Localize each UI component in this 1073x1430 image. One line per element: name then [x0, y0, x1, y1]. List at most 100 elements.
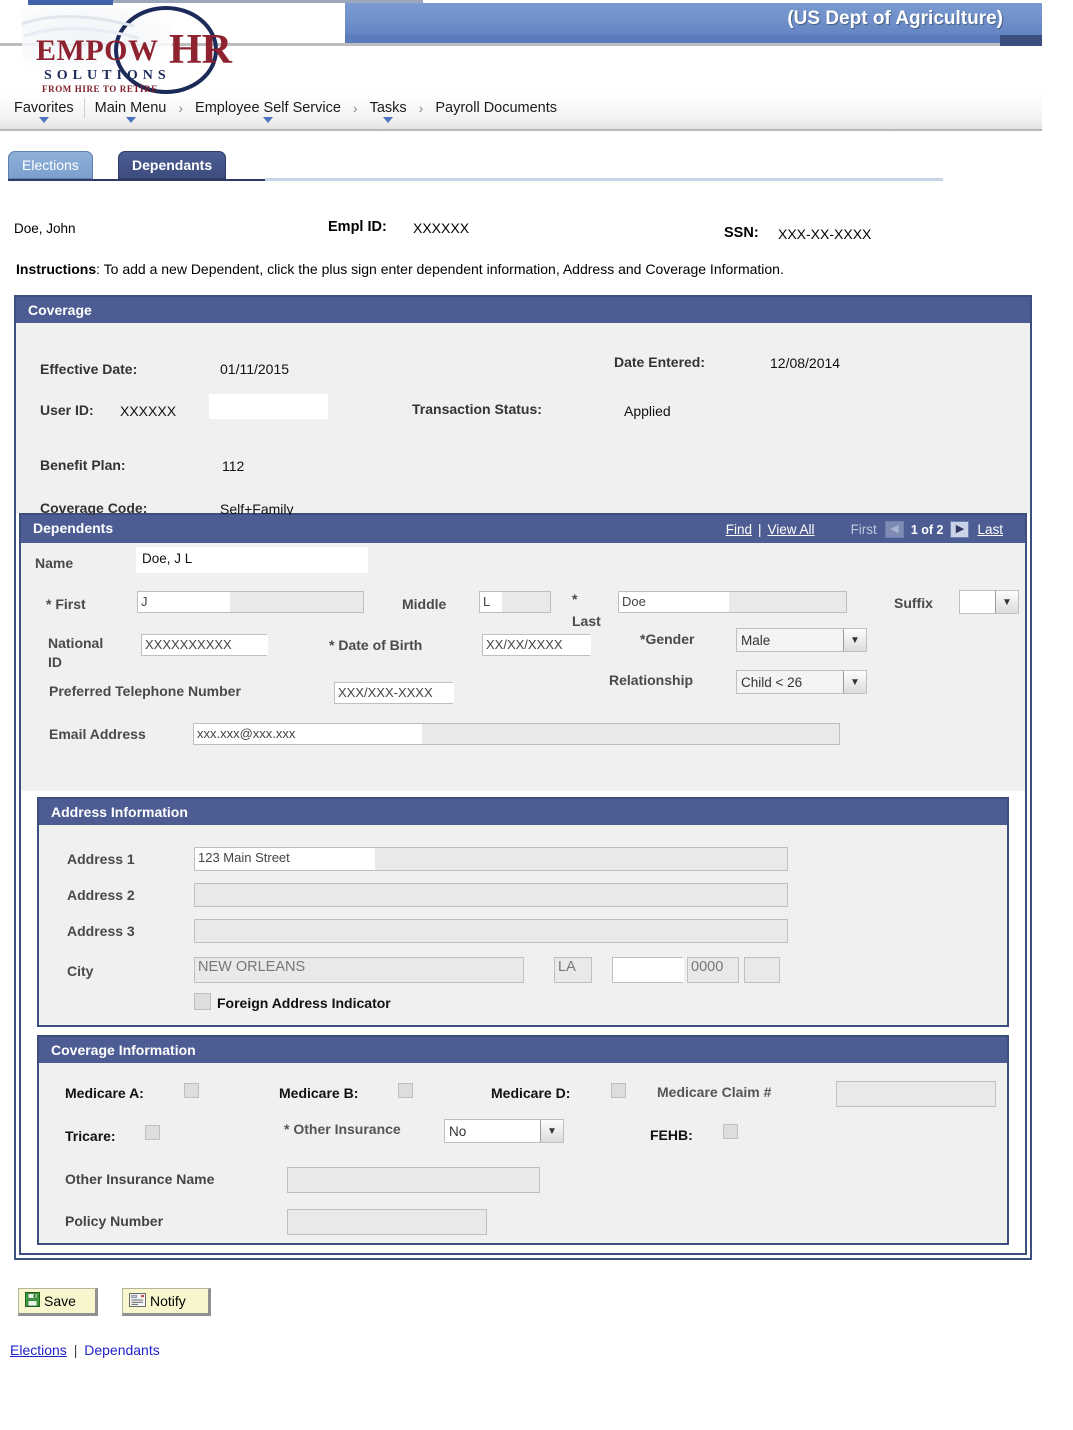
breadcrumb-item-main-menu[interactable]: Main Menu [83, 98, 177, 123]
dependents-section-header: Dependents Find | View All First ◀ 1 of … [21, 515, 1025, 543]
view-all-link[interactable]: View All [768, 522, 815, 537]
phone-input[interactable]: XXX/XXX-XXXX [334, 682, 454, 704]
national-id-value: XXXXXXXXXX [145, 637, 232, 652]
zip-input[interactable]: 0000 [687, 957, 739, 983]
first-name-input[interactable]: J [137, 591, 364, 613]
tab-strip: Elections Dependants [0, 151, 1073, 183]
suffix-select[interactable]: ▼ [959, 590, 1019, 614]
coverage-code-label: Coverage Code: [40, 500, 148, 516]
zip-value: 0000 [691, 959, 724, 975]
effective-date-label: Effective Date: [40, 361, 138, 377]
zip-ext-input[interactable] [744, 957, 780, 983]
save-button[interactable]: Save [18, 1288, 98, 1316]
fehb-checkbox[interactable] [723, 1124, 738, 1139]
benefit-plan-label: Benefit Plan: [40, 457, 126, 473]
relationship-select[interactable]: Child < 26 ▼ [736, 670, 867, 694]
next-page-button[interactable]: ▶ [950, 521, 970, 538]
coverage-info-form: Medicare A: Medicare B: Medicare D: Medi… [39, 1063, 1007, 1243]
email-value: xxx.xxx@xxx.xxx [197, 726, 296, 741]
suffix-label: Suffix [894, 595, 933, 611]
last-link[interactable]: Last [969, 522, 1003, 537]
national-id-input[interactable]: XXXXXXXXXX [141, 634, 268, 656]
banner-blue-underbar [316, 35, 1042, 43]
footer-link-elections[interactable]: Elections [10, 1342, 67, 1358]
chevron-down-icon [262, 117, 273, 123]
first-name-value: J [141, 594, 148, 609]
dependents-title: Dependents [33, 520, 114, 536]
medicare-b-label: Medicare B: [279, 1085, 359, 1101]
ssn-label: SSN: [724, 225, 759, 241]
address3-label: Address 3 [67, 923, 135, 939]
last-name-value: Doe [622, 594, 646, 609]
date-of-birth-label: * Date of Birth [329, 637, 423, 653]
instructions-label: Instructions [16, 261, 97, 277]
last-name-required-marker: * [572, 591, 578, 607]
other-insurance-name-input[interactable] [287, 1167, 540, 1193]
employee-name: Doe, John [14, 221, 76, 236]
address2-input[interactable] [194, 883, 788, 907]
foreign-address-checkbox[interactable] [194, 993, 211, 1010]
dependents-panel: Dependents Find | View All First ◀ 1 of … [19, 513, 1027, 1255]
last-name-input[interactable]: Doe [618, 591, 847, 613]
transaction-status-label: Transaction Status: [412, 401, 542, 417]
medicare-d-checkbox[interactable] [611, 1083, 626, 1098]
other-insurance-select[interactable]: No ▼ [444, 1119, 564, 1143]
instructions-text: Instructions: To add a new Dependent, cl… [0, 261, 1073, 277]
user-id-label: User ID: [40, 402, 94, 418]
coverage-info-section-header: Coverage Information [39, 1037, 1007, 1063]
notify-button[interactable]: Notify [122, 1288, 211, 1316]
date-of-birth-input[interactable]: XX/XX/XXXX [482, 634, 591, 656]
ssn-value: XXX-XX-XXXX [778, 226, 872, 242]
chevron-down-icon [125, 117, 136, 123]
logo-tagline: FROM HIRE TO RETIRE [42, 84, 158, 94]
middle-name-input[interactable]: L [479, 591, 551, 613]
state-input[interactable]: LA [554, 957, 592, 983]
footer-link-dependants[interactable]: Dependants [84, 1342, 160, 1358]
medicare-b-checkbox[interactable] [398, 1083, 413, 1098]
address-panel: Address Information Address 1 123 Main S… [37, 797, 1009, 1027]
medicare-claim-label: Medicare Claim # [657, 1084, 772, 1100]
tab-dependants[interactable]: Dependants [118, 151, 227, 179]
email-input[interactable]: xxx.xxx@xxx.xxx [193, 723, 840, 745]
user-id-input[interactable] [209, 394, 328, 419]
chevron-right-icon: ▶ [955, 523, 965, 535]
notify-icon [129, 1292, 146, 1310]
chevron-down-icon: ▼ [540, 1120, 563, 1142]
action-button-row: Save Notify [18, 1288, 1073, 1322]
address3-input[interactable] [194, 919, 788, 943]
breadcrumb-item-employee-self-service[interactable]: Employee Self Service [185, 98, 351, 123]
breadcrumb-item-tasks[interactable]: Tasks [360, 98, 417, 123]
breadcrumb-label: Employee Self Service [195, 100, 341, 116]
breadcrumb-item-favorites[interactable]: Favorites [4, 98, 84, 123]
previous-page-button[interactable]: ◀ [884, 521, 904, 538]
middle-name-label: Middle [402, 596, 447, 612]
logo-text-hr: HR [169, 27, 232, 73]
gender-select[interactable]: Male ▼ [736, 628, 867, 652]
breadcrumb-separator-icon: › [178, 100, 184, 116]
empl-id-label: Empl ID: [328, 219, 387, 235]
find-link[interactable]: Find [726, 522, 752, 537]
city-input[interactable]: NEW ORLEANS [194, 957, 524, 983]
chevron-left-icon: ◀ [890, 523, 899, 535]
phone-label: Preferred Telephone Number [49, 683, 241, 699]
date-entered-value: 12/08/2014 [770, 355, 841, 371]
medicare-claim-input[interactable] [836, 1081, 996, 1107]
medicare-a-checkbox[interactable] [184, 1083, 199, 1098]
breadcrumb-item-payroll-documents[interactable]: Payroll Documents [425, 98, 567, 118]
county-input[interactable] [612, 957, 684, 983]
coverage-panel: Coverage Effective Date: 01/11/2015 Date… [14, 295, 1032, 1260]
dependents-form: Name Doe, J L * First J Middle L * Last … [21, 543, 1025, 791]
other-insurance-value: No [449, 1123, 467, 1139]
footer-link-separator: | [73, 1342, 78, 1358]
notify-label: Notify [150, 1293, 186, 1309]
address1-input[interactable]: 123 Main Street [194, 847, 788, 871]
name-display: Doe, J L [136, 547, 368, 573]
benefit-plan-value: 112 [222, 458, 245, 474]
tricare-checkbox[interactable] [145, 1125, 160, 1140]
medicare-d-label: Medicare D: [491, 1085, 571, 1101]
other-insurance-name-label: Other Insurance Name [65, 1171, 215, 1187]
tricare-label: Tricare: [65, 1128, 116, 1144]
tab-elections[interactable]: Elections [8, 151, 93, 179]
middle-name-value: L [483, 594, 491, 609]
policy-number-input[interactable] [287, 1209, 487, 1235]
